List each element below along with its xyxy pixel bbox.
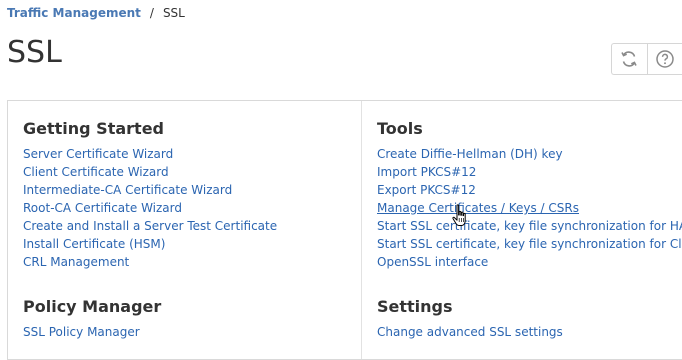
create-dh-key-link[interactable]: Create Diffie-Hellman (DH) key xyxy=(377,145,682,163)
export-pkcs12-link[interactable]: Export PKCS#12 xyxy=(377,181,682,199)
client-certificate-wizard-link[interactable]: Client Certificate Wizard xyxy=(23,163,277,181)
breadcrumb: Traffic Management / SSL xyxy=(7,5,185,21)
install-certificate-hsm-link[interactable]: Install Certificate (HSM) xyxy=(23,235,277,253)
getting-started-title: Getting Started xyxy=(23,119,277,139)
policy-manager-title: Policy Manager xyxy=(23,297,161,317)
ssl-sync-ha-link[interactable]: Start SSL certificate, key file synchron… xyxy=(377,217,682,235)
breadcrumb-current: SSL xyxy=(163,5,185,21)
crl-management-link[interactable]: CRL Management xyxy=(23,253,277,271)
breadcrumb-traffic-management[interactable]: Traffic Management xyxy=(7,5,141,21)
tools-title: Tools xyxy=(377,119,682,139)
settings-title: Settings xyxy=(377,297,563,317)
openssl-interface-link[interactable]: OpenSSL interface xyxy=(377,253,682,271)
ssl-sync-cluster-link[interactable]: Start SSL certificate, key file synchron… xyxy=(377,235,682,253)
server-certificate-wizard-link[interactable]: Server Certificate Wizard xyxy=(23,145,277,163)
change-advanced-ssl-settings-link[interactable]: Change advanced SSL settings xyxy=(377,323,563,341)
import-pkcs12-link[interactable]: Import PKCS#12 xyxy=(377,163,682,181)
settings-section: Settings Change advanced SSL settings xyxy=(377,297,563,341)
getting-started-section: Getting Started Server Certificate Wizar… xyxy=(23,119,277,271)
page-title: SSL xyxy=(7,34,62,72)
refresh-button[interactable] xyxy=(612,44,647,74)
intermediate-ca-certificate-wizard-link[interactable]: Intermediate-CA Certificate Wizard xyxy=(23,181,277,199)
breadcrumb-separator: / xyxy=(150,5,154,21)
help-button[interactable] xyxy=(647,44,682,74)
ssl-panel: Getting Started Server Certificate Wizar… xyxy=(7,100,682,360)
manage-certificates-keys-csrs-link[interactable]: Manage Certificates / Keys / CSRs xyxy=(377,199,682,217)
ssl-policy-manager-link[interactable]: SSL Policy Manager xyxy=(23,323,161,341)
create-install-server-test-certificate-link[interactable]: Create and Install a Server Test Certifi… xyxy=(23,217,277,235)
page-actions xyxy=(611,43,682,75)
policy-manager-section: Policy Manager SSL Policy Manager xyxy=(23,297,161,341)
refresh-icon xyxy=(619,49,639,69)
panel-divider xyxy=(361,101,362,359)
tools-section: Tools Create Diffie-Hellman (DH) key Imp… xyxy=(377,119,682,271)
help-icon xyxy=(655,49,675,69)
root-ca-certificate-wizard-link[interactable]: Root-CA Certificate Wizard xyxy=(23,199,277,217)
